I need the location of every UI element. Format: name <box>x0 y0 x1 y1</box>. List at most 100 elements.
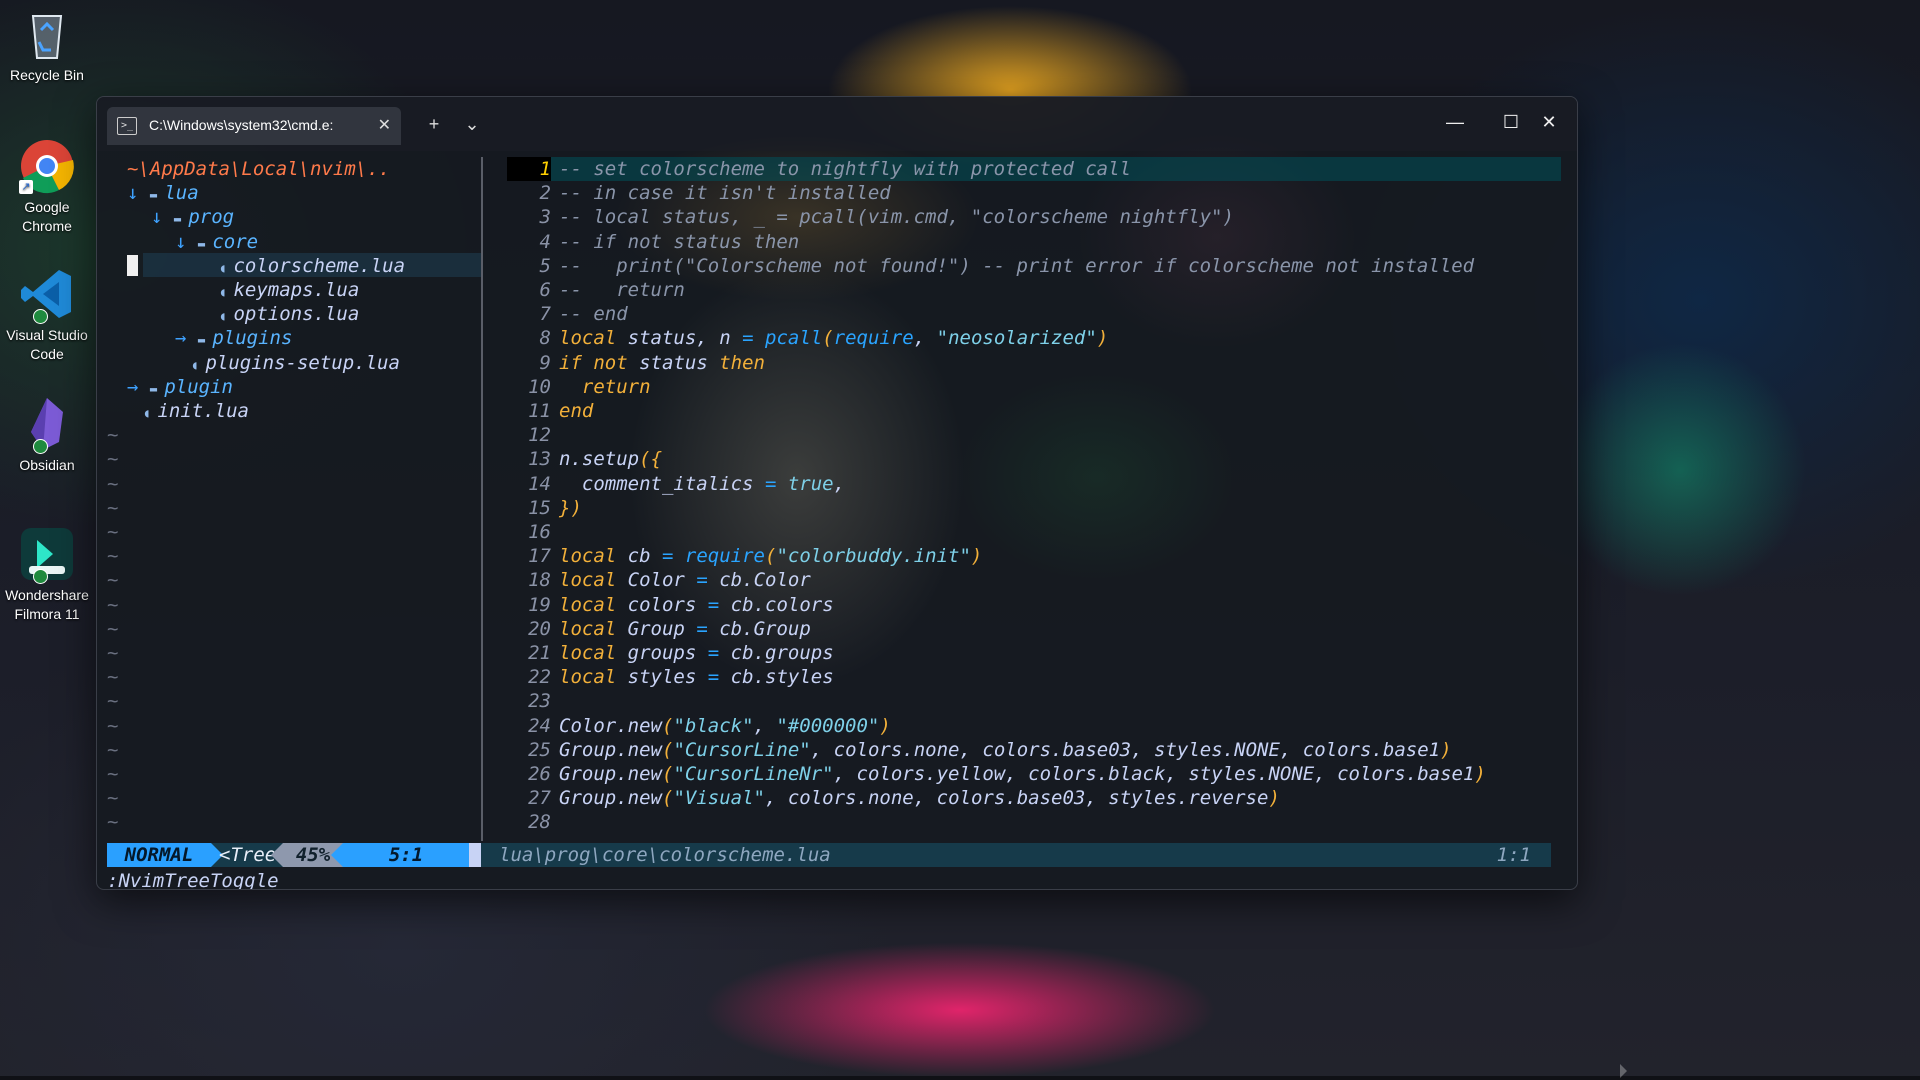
tree-file[interactable]: ◖ init.lua <box>143 399 249 423</box>
chevron-down-icon[interactable]: ↓ <box>175 231 198 253</box>
lua-file-icon: ◖ <box>219 309 234 324</box>
code-line[interactable]: -- if not status then <box>559 230 799 254</box>
code-line[interactable]: end <box>559 399 593 423</box>
tree-item-label: options.lua <box>233 303 360 326</box>
code-line[interactable]: comment_italics = true, <box>559 472 845 496</box>
empty-line-tilde: ~ <box>107 521 119 543</box>
chevron-right-icon[interactable]: → <box>127 376 150 398</box>
line-number: 10 <box>528 375 551 398</box>
empty-line-tilde: ~ <box>107 811 119 834</box>
line-number: 24 <box>528 714 551 737</box>
desktop-icon-vscode[interactable]: Visual Studio Code <box>0 266 94 364</box>
statusline-divider <box>469 843 481 867</box>
code-line[interactable]: Group.new("CursorLineNr", colors.yellow,… <box>559 762 1486 786</box>
empty-line-tilde: ~ <box>107 496 119 519</box>
recycle-bin-icon <box>19 6 75 62</box>
empty-line-tilde: ~ <box>107 593 119 616</box>
desktop-icon-filmora[interactable]: Wondershare Filmora 11 <box>0 526 94 624</box>
line-number: 4 <box>539 230 551 253</box>
file-path: lua\prog\core\colorscheme.lua <box>499 844 831 866</box>
code-line[interactable]: }) <box>559 496 582 520</box>
tree-folder[interactable]: → ▬ plugins <box>175 326 292 350</box>
code-line[interactable]: local groups = cb.groups <box>559 641 834 665</box>
empty-line-tilde: ~ <box>107 472 119 495</box>
tab-close-icon[interactable]: ✕ <box>378 115 391 135</box>
tree-item-label: colorscheme.lua <box>233 254 406 277</box>
empty-line-tilde: ~ <box>107 690 119 713</box>
empty-line-tilde: ~ <box>107 545 119 568</box>
code-line[interactable]: -- return <box>559 278 685 302</box>
code-line[interactable]: -- local status, _ = pcall(vim.cmd, "col… <box>559 205 1234 229</box>
line-number: 11 <box>528 400 551 422</box>
line-number: 15 <box>528 496 551 519</box>
tree-item-label: init.lua <box>157 400 249 422</box>
prompt-icon: >_ <box>117 117 137 135</box>
code-line[interactable]: n.setup({ <box>559 447 662 471</box>
chevron-down-icon[interactable]: ↓ <box>151 206 174 228</box>
empty-line-tilde: ~ <box>107 569 119 592</box>
line-number: 27 <box>528 787 551 810</box>
folder-icon: ▬ <box>197 236 213 251</box>
code-line[interactable]: Group.new("Visual", colors.none, colors.… <box>559 786 1280 810</box>
line-number: 9 <box>539 351 551 374</box>
desktop-icon-chrome[interactable]: ↗ Google Chrome <box>0 138 94 236</box>
terminal-tab[interactable]: >_ C:\Windows\system32\cmd.e: ✕ <box>107 107 401 145</box>
tree-file[interactable]: ◖ plugins-setup.lua <box>191 351 400 375</box>
code-line[interactable]: local colors = cb.colors <box>559 593 834 617</box>
tree-item-label: plugin <box>164 375 233 398</box>
code-line[interactable]: -- end <box>559 302 628 326</box>
desktop-icon-label: Wondershare Filmora 11 <box>5 587 89 622</box>
code-line[interactable]: local cb = require("colorbuddy.init") <box>559 544 982 568</box>
tree-folder[interactable]: ↓ ▬ lua <box>127 181 199 205</box>
line-number: 28 <box>528 811 551 834</box>
code-line[interactable]: if not status then <box>559 351 765 375</box>
line-number: 6 <box>539 279 551 301</box>
taskbar-edge <box>0 1076 1920 1080</box>
code-line[interactable]: local Group = cb.Group <box>559 617 811 641</box>
folder-icon: ▬ <box>197 333 213 348</box>
minimize-button[interactable]: — <box>1427 97 1483 147</box>
code-line[interactable]: Color.new("black", "#000000") <box>559 714 891 738</box>
code-line[interactable]: -- in case it isn't installed <box>559 181 891 205</box>
line-number: 17 <box>528 545 551 568</box>
desktop-icon-obsidian[interactable]: Obsidian <box>0 396 94 475</box>
filmora-icon <box>19 526 75 584</box>
row-col: 1:1 <box>1496 844 1531 866</box>
line-number: 19 <box>528 593 551 616</box>
tree-folder[interactable]: → ▬ plugin <box>127 375 233 399</box>
empty-line-tilde: ~ <box>107 787 119 810</box>
line-number: 26 <box>528 763 551 785</box>
line-number: 2 <box>539 182 551 205</box>
new-tab-button[interactable]: + <box>419 109 449 139</box>
split-separator[interactable] <box>481 157 483 841</box>
terminal-content[interactable]: ~\AppData\Local\nvim\.. ↓ ▬ lua ↓ ▬ prog ↓… <box>107 155 1567 889</box>
tree-item-label: core <box>212 230 259 253</box>
tree-file[interactable]: ◖ keymaps.lua <box>219 278 359 302</box>
desktop-icon-label: Recycle Bin <box>10 67 84 83</box>
tree-file[interactable]: ◖ colorscheme.lua <box>219 254 405 278</box>
line-number: 1 <box>507 157 551 181</box>
desktop-icon-label: Google Chrome <box>22 199 72 234</box>
code-line[interactable]: -- print("Colorscheme not found!") -- pr… <box>559 254 1474 278</box>
line-number: 23 <box>528 690 551 713</box>
line-number: 8 <box>539 327 551 350</box>
tab-dropdown-button[interactable]: ⌄ <box>457 109 487 139</box>
desktop-icon-label: Obsidian <box>19 457 75 473</box>
chevron-right-icon[interactable]: → <box>175 327 198 349</box>
chevron-down-icon[interactable]: ↓ <box>127 182 150 204</box>
line-number: 12 <box>528 424 551 447</box>
empty-line-tilde: ~ <box>107 448 119 471</box>
code-line[interactable]: Group.new("CursorLine", colors.none, col… <box>559 738 1452 762</box>
code-line[interactable]: -- set colorscheme to nightfly with prot… <box>559 157 1131 181</box>
mouse-cursor-icon <box>1620 1064 1627 1078</box>
code-line[interactable]: local styles = cb.styles <box>559 665 834 689</box>
tree-folder[interactable]: ↓ ▬ prog <box>151 205 234 229</box>
desktop-icon-recycle-bin[interactable]: Recycle Bin <box>0 6 94 85</box>
command-line[interactable]: :NvimTreeToggle <box>107 869 279 889</box>
tree-folder[interactable]: ↓ ▬ core <box>175 230 258 254</box>
code-line[interactable]: local status, n = pcall(require, "neosol… <box>559 326 1108 350</box>
close-button[interactable]: ✕ <box>1521 97 1577 147</box>
tree-file[interactable]: ◖ options.lua <box>219 302 359 326</box>
code-line[interactable]: return <box>559 375 651 399</box>
code-line[interactable]: local Color = cb.Color <box>559 568 811 592</box>
